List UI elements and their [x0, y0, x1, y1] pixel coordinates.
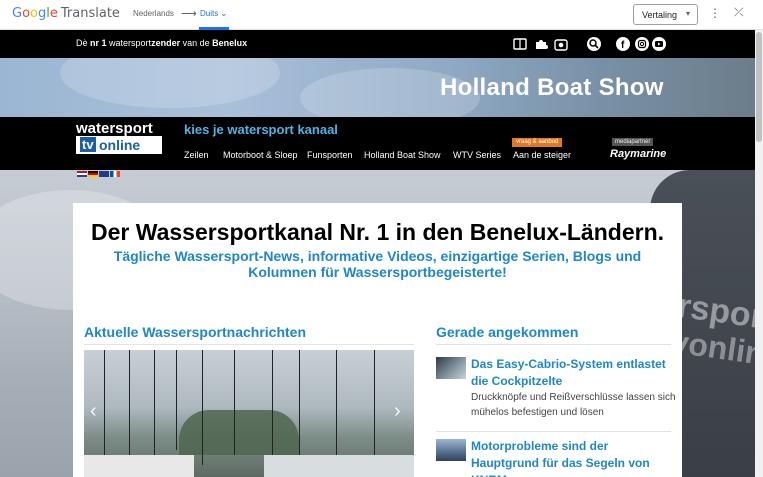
facebook-icon[interactable]: f	[616, 37, 630, 51]
article-description: Druckknöpfe und Reißverschlüsse lassen s…	[471, 392, 676, 418]
mediapartner-label: mediapartner	[612, 138, 654, 146]
vraag-aanbod-badge: vraag & aanbod	[512, 138, 563, 147]
slider-prev-icon[interactable]: ‹	[90, 400, 97, 423]
translation-dropdown-label: Vertaling	[642, 10, 678, 20]
slider-mast	[202, 350, 203, 465]
slider-mast	[234, 350, 235, 455]
hero-banner[interactable]: Holland Boat Show	[0, 58, 755, 118]
slider-next-icon[interactable]: ›	[394, 400, 401, 423]
site-logo[interactable]: watersport tv online	[76, 121, 162, 154]
scrollbar-thumb[interactable]	[756, 32, 762, 142]
slider-mast	[104, 350, 105, 470]
flag-nl-icon[interactable]	[77, 171, 87, 177]
hero-title: Holland Boat Show	[440, 74, 664, 101]
source-language-tab[interactable]: Nederlands	[133, 9, 174, 18]
raymarine-logo[interactable]: Raymarine	[610, 148, 666, 160]
chevron-down-icon[interactable]: ⌄	[220, 8, 228, 19]
divider	[84, 344, 414, 345]
main-navigation: watersport tv online kies je watersport …	[0, 117, 755, 170]
language-flags[interactable]	[77, 164, 121, 182]
slider-trees	[179, 410, 299, 455]
new-section-title[interactable]: Gerade angekommen	[436, 324, 578, 340]
slider-mast	[299, 350, 300, 470]
article-title[interactable]: Motorprobleme sind der Hauptgrund für da…	[471, 438, 676, 477]
nav-item-holland-boat-show[interactable]: Holland Boat Show	[364, 150, 441, 160]
slider-mast	[129, 350, 130, 460]
site-tagline: Dè nr 1 watersportzender van de Benelux	[76, 38, 248, 48]
flag-de-icon[interactable]	[88, 171, 98, 177]
article-thumbnail[interactable]	[436, 439, 466, 461]
hero-cloud	[60, 58, 280, 108]
nav-item-motorboot[interactable]: Motorboot & Sloep	[223, 150, 298, 160]
arrow-right-icon: ⟶	[181, 8, 197, 20]
slider-mast	[336, 350, 337, 460]
nav-item-zeilen[interactable]: Zeilen	[184, 150, 209, 160]
camera-icon[interactable]	[554, 37, 568, 51]
nav-item-funsporten[interactable]: Funsporten	[307, 150, 353, 160]
svg-text:f: f	[621, 40, 625, 51]
news-section-title[interactable]: Aktuelle Wassersportnachrichten	[84, 324, 306, 340]
slider-hull	[84, 455, 194, 477]
site-top-bar: Dè nr 1 watersportzender van de Benelux …	[0, 30, 755, 58]
nav-item-wtv-series[interactable]: WTV Series	[453, 150, 501, 160]
channel-slogan: kies je watersport kanaal	[184, 122, 338, 137]
search-icon[interactable]	[587, 37, 601, 51]
article-thumbnail[interactable]	[436, 357, 466, 379]
page-subheadline: Tägliche Wassersport-News, informative V…	[113, 248, 642, 280]
book-icon[interactable]	[513, 37, 527, 51]
content-card: Der Wassersportkanal Nr. 1 in den Benelu…	[73, 203, 682, 477]
youtube-icon[interactable]	[652, 37, 666, 51]
flag-gb-icon[interactable]	[99, 171, 109, 177]
divider	[436, 344, 671, 345]
page-headline: Der Wassersportkanal Nr. 1 in den Benelu…	[90, 219, 665, 245]
google-translate-logo: Google Translate	[12, 6, 120, 21]
target-language-tab[interactable]: Duits	[200, 9, 218, 18]
divider	[436, 431, 671, 432]
flag-fr-icon[interactable]	[110, 171, 120, 177]
more-options-icon[interactable]: ⋮	[709, 6, 721, 20]
instagram-icon[interactable]	[635, 37, 649, 51]
translate-bar: Google Translate Nederlands ⟶ Duits ⌄ Ver…	[0, 0, 763, 30]
article-title[interactable]: Das Easy-Cabrio-System entlastet die Coc…	[471, 356, 676, 390]
close-icon[interactable]: ⤫	[734, 5, 744, 20]
dropdown-caret-icon: ▾	[685, 9, 690, 18]
slider-hull	[264, 455, 414, 477]
slider-mast	[176, 350, 177, 450]
nav-item-aan-de-steiger[interactable]: Aan de steiger	[513, 150, 571, 160]
translation-dropdown-button[interactable]: Vertaling ▾	[633, 4, 698, 25]
news-slider[interactable]: ‹ ›	[84, 350, 414, 477]
puzzle-icon[interactable]	[534, 37, 548, 51]
